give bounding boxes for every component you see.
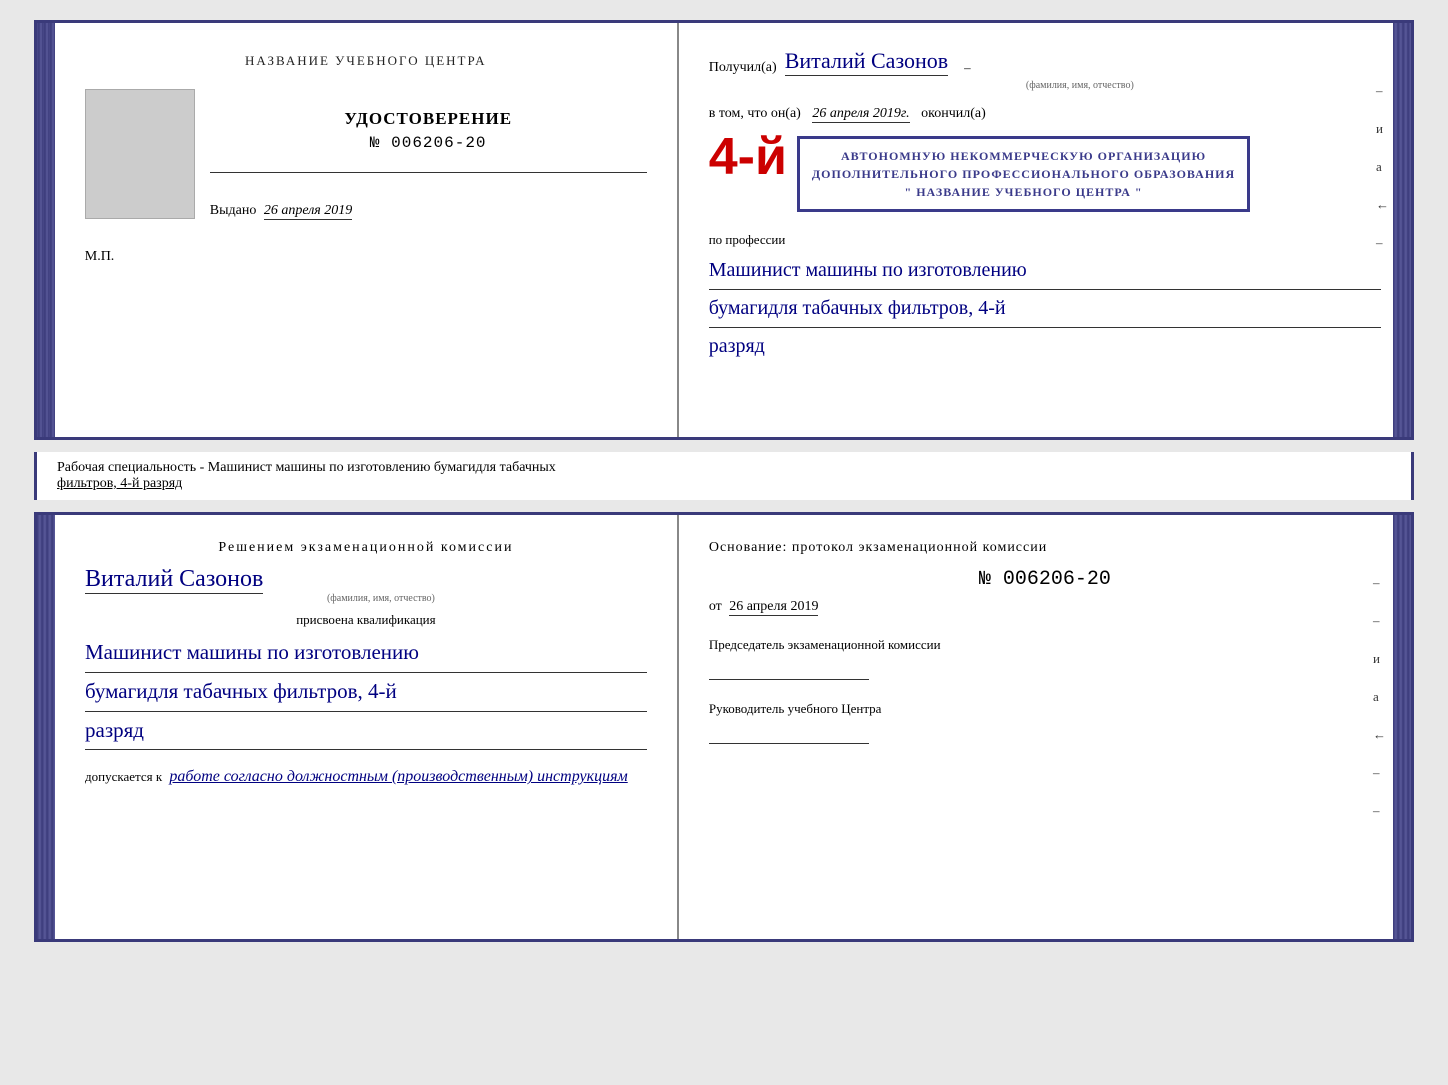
center-director-title: Руководитель учебного Центра — [709, 700, 1381, 718]
in-that-prefix: в том, что он(а) — [709, 106, 801, 121]
chairman-signature-line — [709, 679, 869, 680]
stamp-line1: АВТОНОМНУЮ НЕКОММЕРЧЕСКУЮ ОРГАНИЗАЦИЮ — [812, 147, 1235, 165]
allowed-prefix: допускается к — [85, 769, 162, 784]
rd3: – — [1373, 765, 1386, 781]
commission-title: Решением экзаменационной комиссии — [85, 540, 647, 556]
left-spine-bottom — [37, 515, 55, 939]
recipient-name: Виталий Сазонов — [785, 48, 948, 76]
а-char: а — [1376, 159, 1389, 175]
right-side-chars: – – и а ← – – — [1373, 575, 1386, 819]
description-bar: Рабочая специальность - Машинист машины … — [34, 452, 1414, 500]
stamp-block: АВТОНОМНУЮ НЕКОММЕРЧЕСКУЮ ОРГАНИЗАЦИЮ ДО… — [797, 136, 1250, 212]
allowed-text-block: допускается к работе согласно должностны… — [85, 768, 647, 786]
basis-text: Основание: протокол экзаменационной коми… — [709, 540, 1381, 556]
issued-line: Выдано 26 апреля 2019 — [210, 203, 647, 220]
qualification-line2: бумагидля табачных фильтров, 4-й — [85, 673, 647, 712]
assigned-text: присвоена квалификация — [85, 612, 647, 628]
training-center-title: НАЗВАНИЕ УЧЕБНОГО ЦЕНТРА — [245, 53, 486, 69]
issued-label: Выдано — [210, 203, 257, 218]
in-that-line: в том, что он(а) 26 апреля 2019г. окончи… — [709, 106, 1381, 123]
и-char: и — [1376, 121, 1389, 137]
dash2: – — [1376, 235, 1389, 251]
rd-к: ← — [1373, 727, 1386, 743]
cert-number: № 006206-20 — [210, 134, 647, 152]
top-right-page: Получил(а) Виталий Сазонов – (фамилия, и… — [679, 23, 1411, 437]
rd-а: а — [1373, 689, 1386, 705]
bottom-document: Решением экзаменационной комиссии Витали… — [34, 512, 1414, 942]
rd-и: и — [1373, 651, 1386, 667]
left-spine — [37, 23, 55, 437]
big-number: 4-й — [709, 131, 787, 183]
person-name: Виталий Сазонов — [85, 566, 263, 594]
side-chars: – и а ← – — [1376, 83, 1389, 251]
recipient-line: Получил(а) Виталий Сазонов – — [709, 48, 1381, 76]
mp-label: М.П. — [85, 249, 115, 265]
rd2: – — [1373, 613, 1386, 629]
top-document: НАЗВАНИЕ УЧЕБНОГО ЦЕНТРА УДОСТОВЕРЕНИЕ №… — [34, 20, 1414, 440]
date-prefix: от — [709, 599, 722, 614]
cert-title: УДОСТОВЕРЕНИЕ — [210, 109, 647, 129]
description-underline: фильтров, 4-й разряд — [57, 476, 182, 491]
qualification-line3: разряд — [85, 712, 647, 751]
description-text: Рабочая специальность - Машинист машины … — [57, 460, 556, 475]
date-value: 26 апреля 2019 — [729, 599, 818, 616]
right-spine-top — [1393, 23, 1411, 437]
dash1: – — [1376, 83, 1389, 99]
к-char: ← — [1376, 197, 1389, 213]
in-that-date: 26 апреля 2019г. — [812, 106, 909, 123]
qualification-line1: Машинист машины по изготовлению — [85, 634, 647, 673]
right-spine-bottom — [1393, 515, 1411, 939]
date-line-right: от 26 апреля 2019 — [709, 599, 1381, 616]
protocol-number: № 006206-20 — [709, 568, 1381, 591]
rd4: – — [1373, 803, 1386, 819]
issued-date: 26 апреля 2019 — [264, 203, 352, 220]
top-left-page: НАЗВАНИЕ УЧЕБНОГО ЦЕНТРА УДОСТОВЕРЕНИЕ №… — [55, 23, 679, 437]
rd1: – — [1373, 575, 1386, 591]
profession-line3: разряд — [709, 328, 1381, 365]
bottom-left-page: Решением экзаменационной комиссии Витали… — [55, 515, 679, 939]
profession-line2: бумагидля табачных фильтров, 4-й — [709, 290, 1381, 328]
person-name-block: Виталий Сазонов (фамилия, имя, отчество) — [85, 566, 647, 604]
chairman-title: Председатель экзаменационной комиссии — [709, 636, 1381, 654]
person-subtitle: (фамилия, имя, отчество) — [115, 593, 647, 604]
profession-line1: Машинист машины по изготовлению — [709, 252, 1381, 290]
received-label: Получил(а) — [709, 60, 777, 76]
director-signature-line — [709, 743, 869, 744]
allowed-text: работе согласно должностным (производств… — [169, 768, 627, 785]
photo-placeholder — [85, 89, 195, 219]
stamp-line3: " НАЗВАНИЕ УЧЕБНОГО ЦЕНТРА " — [812, 183, 1235, 201]
recipient-subtitle: (фамилия, имя, отчество) — [779, 80, 1381, 91]
bottom-right-page: Основание: протокол экзаменационной коми… — [679, 515, 1411, 939]
finished-label: окончил(а) — [921, 106, 986, 121]
stamp-line2: ДОПОЛНИТЕЛЬНОГО ПРОФЕССИОНАЛЬНОГО ОБРАЗО… — [812, 165, 1235, 183]
profession-label: по профессии — [709, 232, 1381, 248]
